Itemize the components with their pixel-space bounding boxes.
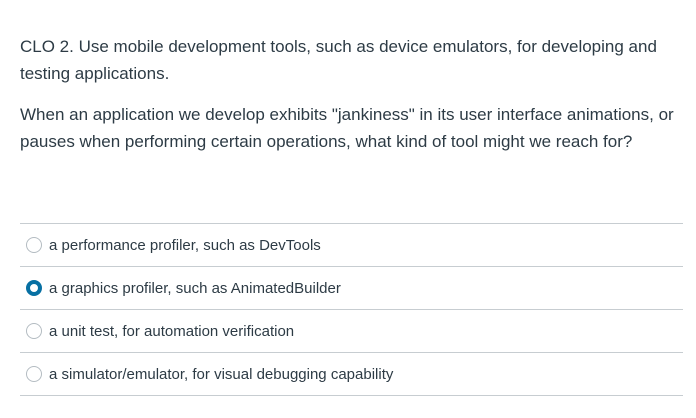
answer-label: a unit test, for automation verification [49,322,295,340]
answer-label: a graphics profiler, such as AnimatedBui… [49,279,341,297]
answer-list: a performance profiler, such as DevTools… [20,223,683,396]
question-text: CLO 2. Use mobile development tools, suc… [20,33,684,155]
answer-option-3[interactable]: a unit test, for automation verification [20,310,683,353]
answer-label: a performance profiler, such as DevTools [49,236,321,254]
answer-option-4[interactable]: a simulator/emulator, for visual debuggi… [20,353,683,396]
radio-button-unchecked[interactable] [26,366,42,382]
radio-button-unchecked[interactable] [26,237,42,253]
question-objective: CLO 2. Use mobile development tools, suc… [20,37,657,83]
answer-option-1[interactable]: a performance profiler, such as DevTools [20,224,683,267]
answer-label: a simulator/emulator, for visual debuggi… [49,365,394,383]
radio-button-unchecked[interactable] [26,323,42,339]
radio-button-checked[interactable] [26,280,42,296]
question-prompt: When an application we develop exhibits … [20,105,674,151]
answer-option-2[interactable]: a graphics profiler, such as AnimatedBui… [20,267,683,310]
